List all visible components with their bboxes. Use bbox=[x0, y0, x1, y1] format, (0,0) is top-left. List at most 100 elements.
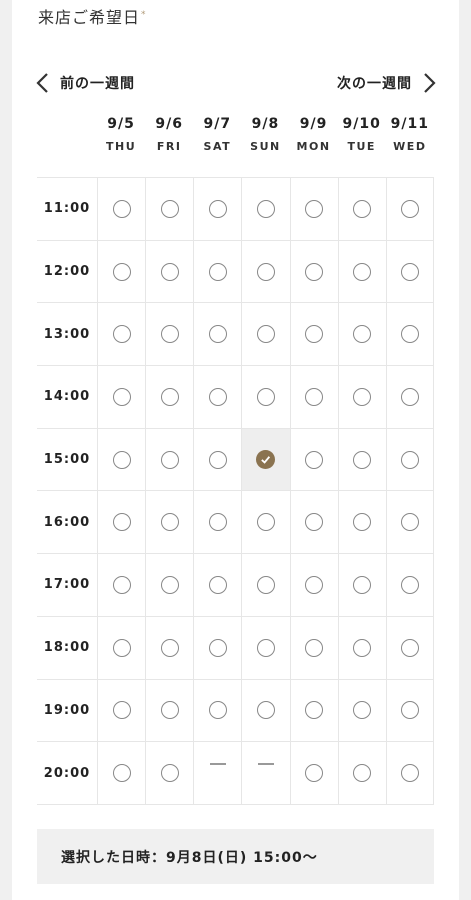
timeslot-cell[interactable] bbox=[337, 679, 386, 742]
timeslot-row: 18:00 bbox=[37, 616, 434, 680]
timeslot-cell[interactable] bbox=[97, 616, 145, 679]
timeslot-cell[interactable] bbox=[97, 303, 145, 366]
timeslot-cell[interactable] bbox=[385, 366, 434, 428]
circle-icon bbox=[112, 450, 131, 469]
timeslot-cell[interactable] bbox=[97, 240, 145, 303]
timeslot-cell[interactable] bbox=[97, 554, 145, 616]
timeslot-cell[interactable] bbox=[241, 366, 289, 428]
timeslot-cell[interactable] bbox=[337, 178, 386, 240]
timeslot-cell[interactable] bbox=[337, 428, 386, 491]
timeslot-row: 12:00 bbox=[37, 240, 434, 304]
timeslot-cell[interactable] bbox=[241, 679, 289, 742]
circle-icon bbox=[160, 199, 179, 218]
timeslot-cell[interactable] bbox=[385, 178, 434, 240]
timeslot-cell[interactable] bbox=[193, 554, 241, 616]
timeslot-cell[interactable] bbox=[289, 428, 338, 491]
time-label: 19:00 bbox=[43, 702, 91, 718]
timeslot-cell[interactable] bbox=[241, 178, 289, 240]
chevron-left-icon bbox=[36, 73, 48, 93]
circle-icon bbox=[112, 325, 131, 344]
timeslot-cell[interactable] bbox=[145, 303, 193, 366]
day-date: 9/5 bbox=[107, 116, 135, 132]
timeslot-cell[interactable] bbox=[145, 742, 193, 804]
timeslot-cell[interactable] bbox=[385, 616, 434, 679]
timeslot-cell[interactable] bbox=[385, 554, 434, 616]
prev-week-button[interactable]: 前の一週間 bbox=[34, 70, 135, 96]
timeslot-cell[interactable] bbox=[193, 679, 241, 742]
timeslot-cell[interactable] bbox=[385, 679, 434, 742]
timeslot-cell[interactable] bbox=[385, 303, 434, 366]
circle-icon bbox=[112, 701, 131, 720]
timeslot-cell[interactable] bbox=[97, 366, 145, 428]
timeslot-cell[interactable] bbox=[337, 491, 386, 554]
next-week-button[interactable]: 次の一週間 bbox=[337, 70, 438, 96]
timeslot-cell[interactable] bbox=[289, 366, 338, 428]
timeslot-cell[interactable] bbox=[289, 240, 338, 303]
timeslot-cell[interactable] bbox=[337, 742, 386, 804]
circle-icon bbox=[208, 262, 227, 281]
timeslot-cell[interactable] bbox=[289, 679, 338, 742]
timeslot-cell[interactable] bbox=[193, 366, 241, 428]
timeslot-cell[interactable] bbox=[145, 178, 193, 240]
circle-icon bbox=[400, 262, 419, 281]
timeslot-cell[interactable] bbox=[337, 554, 386, 616]
day-date: 9/7 bbox=[203, 116, 232, 132]
timeslot-cell[interactable] bbox=[241, 240, 289, 303]
timeslot-cell[interactable] bbox=[289, 491, 338, 554]
timeslot-cell[interactable] bbox=[289, 178, 338, 240]
timeslot-cell[interactable] bbox=[145, 616, 193, 679]
timeslot-cell[interactable] bbox=[385, 491, 434, 554]
circle-icon bbox=[353, 701, 372, 720]
timeslot-cell[interactable] bbox=[241, 616, 289, 679]
circle-icon bbox=[160, 638, 179, 657]
timeslot-cell[interactable] bbox=[289, 742, 338, 804]
timeslot-cell[interactable] bbox=[241, 554, 289, 616]
timeslot-cell[interactable] bbox=[145, 679, 193, 742]
timeslot-cell[interactable] bbox=[193, 616, 241, 679]
timeslot-cell[interactable] bbox=[337, 240, 386, 303]
timeslot-cell[interactable] bbox=[241, 303, 289, 366]
timeslot-cell[interactable] bbox=[145, 554, 193, 616]
timeslot-cell[interactable] bbox=[145, 428, 193, 491]
time-label: 14:00 bbox=[43, 389, 91, 405]
timeslot-cell-selected[interactable] bbox=[241, 428, 290, 491]
circle-icon bbox=[112, 199, 131, 218]
timeslot-cell[interactable] bbox=[193, 178, 241, 240]
circle-icon bbox=[400, 701, 419, 720]
circle-icon bbox=[160, 450, 179, 469]
timeslot-cell[interactable] bbox=[97, 491, 145, 554]
timeslot-cell[interactable] bbox=[241, 491, 289, 554]
timeslot-cell[interactable] bbox=[97, 428, 145, 491]
timeslot-cell[interactable] bbox=[145, 491, 193, 554]
circle-icon bbox=[160, 575, 179, 594]
timeslot-cell[interactable] bbox=[193, 303, 241, 366]
timeslot-cell[interactable] bbox=[289, 554, 338, 616]
timeslot-cell[interactable] bbox=[193, 428, 241, 491]
timeslot-cell[interactable] bbox=[337, 303, 386, 366]
circle-icon bbox=[208, 701, 227, 720]
timeslot-cell[interactable] bbox=[97, 178, 145, 240]
timeslot-cell[interactable] bbox=[289, 616, 338, 679]
circle-icon bbox=[160, 325, 179, 344]
timeslot-cell[interactable] bbox=[97, 742, 145, 804]
timeslot-cell[interactable] bbox=[385, 742, 434, 804]
day-date: 9/11 bbox=[390, 116, 429, 132]
timeslot-cell[interactable] bbox=[145, 366, 193, 428]
circle-icon bbox=[400, 387, 419, 406]
time-label: 17:00 bbox=[43, 577, 91, 593]
timeslot-cell[interactable] bbox=[289, 303, 338, 366]
circle-icon bbox=[112, 513, 131, 532]
circle-icon bbox=[353, 199, 372, 218]
timeslot-cell[interactable] bbox=[145, 240, 193, 303]
timeslot-cell[interactable] bbox=[193, 240, 241, 303]
timeslot-cell[interactable] bbox=[337, 616, 386, 679]
timeslot-row: 13:00 bbox=[37, 303, 434, 367]
circle-icon bbox=[305, 638, 324, 657]
timeslot-cell[interactable] bbox=[97, 679, 145, 742]
timeslot-cell[interactable] bbox=[193, 491, 241, 554]
timeslot-row: 11:00 bbox=[37, 178, 434, 241]
timeslot-cell[interactable] bbox=[385, 240, 434, 303]
timeslot-cell[interactable] bbox=[337, 366, 386, 428]
week-navigation: 前の一週間 次の一週間 bbox=[34, 70, 438, 96]
timeslot-cell[interactable] bbox=[385, 428, 434, 491]
